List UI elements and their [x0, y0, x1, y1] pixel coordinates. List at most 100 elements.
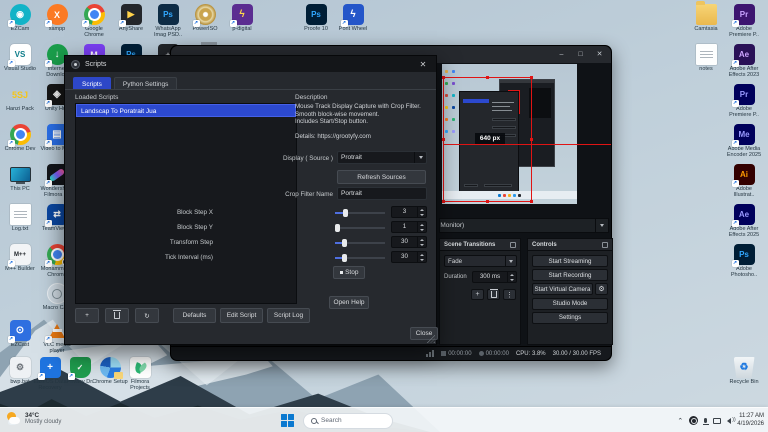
pin-icon[interactable]: [510, 242, 516, 248]
duration-stepper[interactable]: 300 ms: [472, 271, 517, 283]
start-virtual-camera-button[interactable]: Start Virtual Camera: [532, 283, 593, 295]
display-source-select[interactable]: Protrait: [337, 151, 427, 164]
add-script-button[interactable]: +: [75, 308, 99, 323]
slider-handle[interactable]: [342, 254, 347, 262]
stop-button[interactable]: Stop: [333, 266, 365, 279]
slider-handle[interactable]: [335, 224, 340, 232]
slider-track[interactable]: [335, 212, 385, 214]
tab-scripts[interactable]: Scripts: [73, 77, 111, 89]
weather-icon: [6, 411, 21, 426]
transition-select[interactable]: Fade: [444, 255, 517, 267]
tray-clock[interactable]: 11:27 AM 4/19/2026: [737, 413, 764, 429]
desktop-icon-pont-wheel[interactable]: ϟ↗Pont Wheel: [335, 4, 371, 32]
tray-obs-icon[interactable]: [689, 416, 698, 425]
reload-script-button[interactable]: ↻: [135, 308, 159, 323]
desktop-icon-adobe-illustrat-[interactable]: Ai↗Adobe Illustrat..: [726, 164, 762, 199]
desktop-icon-chrome-dev[interactable]: ↗Chrome Dev: [2, 124, 38, 152]
dialog-close-button[interactable]: ✕: [416, 60, 430, 69]
tab-python-settings[interactable]: Python Settings: [114, 77, 178, 89]
settings-button[interactable]: Settings: [532, 312, 608, 324]
crop-filter-input[interactable]: Portrait: [337, 187, 427, 200]
desktop-icon-p-digital[interactable]: ϟ↗p-digital: [224, 4, 260, 32]
studio-mode-button[interactable]: Studio Mode: [532, 298, 608, 310]
pin-icon[interactable]: [602, 242, 608, 248]
open-help-button[interactable]: Open Help: [329, 296, 369, 309]
shortcut-arrow-icon: ↗: [732, 20, 739, 27]
desktop-icon-camtasia[interactable]: Camtasia: [688, 4, 724, 32]
obs-preview-canvas[interactable]: [442, 64, 577, 204]
desktop-icon-ezcast[interactable]: ⊙↗EZCast: [2, 320, 38, 348]
weather-widget[interactable]: 34°C Mostly cloudy: [6, 411, 61, 426]
slider-row-transform-step: Transform Step30: [215, 236, 427, 249]
script-log-button[interactable]: Script Log: [267, 308, 310, 323]
value-stepper[interactable]: 3: [391, 206, 427, 218]
slider-row-block-step-y: Block Step Y1: [215, 221, 427, 234]
desktop-icon-m-builder[interactable]: M++↗M++ Builder: [2, 244, 38, 272]
slider-handle[interactable]: [343, 209, 348, 217]
value-stepper[interactable]: 1: [391, 221, 427, 233]
description-label: Description: [295, 94, 328, 101]
value-stepper[interactable]: 30: [391, 251, 427, 263]
obs-close-button[interactable]: ✕: [590, 46, 609, 63]
desktop-icon-adobe-premiere-p-[interactable]: Pr↗Adobe Premiere P..: [726, 84, 762, 119]
tray-volume-icon[interactable]: [727, 418, 731, 424]
slider-row-tick-interval-ms-: Tick Interval (ms)30: [215, 251, 427, 264]
desktop-icon-this-pc[interactable]: This PC: [2, 164, 38, 192]
thispc-icon: [10, 164, 31, 185]
defaults-button[interactable]: Defaults: [173, 308, 216, 323]
desktop-icon-poweriso[interactable]: ↗PowerISO: [187, 4, 223, 32]
icon-label: AnyShare: [112, 26, 150, 32]
desktop-icon-filmora-projects[interactable]: Filmora Projects: [122, 357, 158, 392]
desktop-icon-recycle-bin[interactable]: ♻Recycle Bin: [726, 357, 762, 385]
desktop-icon-adobe-media-encoder-2025[interactable]: Me↗Adobe Media Encoder 2025: [726, 124, 762, 159]
desktop-icon-proofe-10[interactable]: PsProofe 10: [298, 4, 334, 32]
tray-display-icon[interactable]: [713, 418, 721, 424]
desktop-icon-ezcam[interactable]: ◉↗EZCam: [2, 4, 38, 32]
remove-script-button[interactable]: [105, 308, 129, 323]
desktop-icon-log-txt[interactable]: Log.txt: [2, 204, 38, 232]
desktop-icon-whatsapp-imag-psd-[interactable]: PsWhatsApp Imag PSD..: [150, 4, 186, 39]
desktop-icon-adobe-photosho-[interactable]: Ps↗Adobe Photosho..: [726, 244, 762, 279]
obs-minimize-button[interactable]: –: [552, 46, 571, 63]
edit-script-button[interactable]: Edit Script: [220, 308, 263, 323]
slider-track[interactable]: [335, 257, 385, 259]
tray-mic-icon[interactable]: [704, 418, 707, 423]
slider-track[interactable]: [335, 242, 385, 244]
desktop-icon-adobe-after-effects-2025[interactable]: Ae↗Adobe After Effects 2025: [726, 204, 762, 239]
dialog-titlebar[interactable]: Scripts ✕: [65, 56, 436, 72]
start-button[interactable]: [278, 411, 297, 430]
remove-transition-button[interactable]: [487, 289, 500, 300]
refresh-sources-button[interactable]: Refresh Sources: [337, 170, 426, 184]
add-transition-button[interactable]: +: [471, 289, 484, 300]
slider-track[interactable]: [335, 227, 385, 229]
desktop-icon-adobe-after-effects-2023[interactable]: Ae↗Adobe After Effects 2023: [726, 44, 762, 79]
icon-label: This PC: [1, 186, 39, 192]
resize-grip[interactable]: [427, 335, 435, 343]
display-source-dropdown[interactable]: (Primary Monitor): [439, 218, 609, 233]
transition-properties-button[interactable]: ⋮: [503, 289, 516, 300]
desktop-icon-adobe-premiere-p-[interactable]: Pr↗Adobe Premiere P..: [726, 4, 762, 39]
desktop-icon-visual-studio[interactable]: VS↗Visual Studio: [2, 44, 38, 72]
desktop-icon-hanzi-pack[interactable]: 5SJHanzi Pack: [2, 84, 38, 112]
tray-chevron-up-icon[interactable]: ⌃: [677, 417, 683, 425]
desktop-icon-xampp[interactable]: X↗xampp: [39, 4, 75, 32]
slider-row-block-step-x: Block Step X3: [215, 206, 427, 219]
shortcut-arrow-icon: ↗: [732, 260, 739, 267]
shortcut-arrow-icon: ↗: [45, 60, 52, 67]
script-list-item[interactable]: Landscap To Poratrait Jua: [76, 104, 296, 117]
icon-label: M++ Builder: [1, 266, 39, 272]
gear-icon[interactable]: ⚙: [595, 283, 608, 295]
desktop-icon-notes[interactable]: notes: [688, 44, 724, 72]
slider-handle[interactable]: [342, 239, 347, 247]
desktop-icon-google-chrome[interactable]: ↗Google Chrome: [76, 4, 112, 39]
start-streaming-button[interactable]: Start Streaming: [532, 255, 608, 267]
loaded-scripts-list[interactable]: Landscap To Poratrait Jua: [75, 103, 297, 304]
value-stepper[interactable]: 30: [391, 236, 427, 248]
start-recording-button[interactable]: Start Recording: [532, 269, 608, 281]
ezcam-icon: ◉↗: [10, 4, 31, 25]
desktop-icon-anyshare[interactable]: ▶↗AnyShare: [113, 4, 149, 32]
obs-maximize-button[interactable]: □: [571, 46, 590, 63]
search-input[interactable]: Search: [303, 413, 393, 429]
slider-label: Transform Step: [170, 239, 213, 246]
disc-icon: ↗: [195, 4, 216, 25]
